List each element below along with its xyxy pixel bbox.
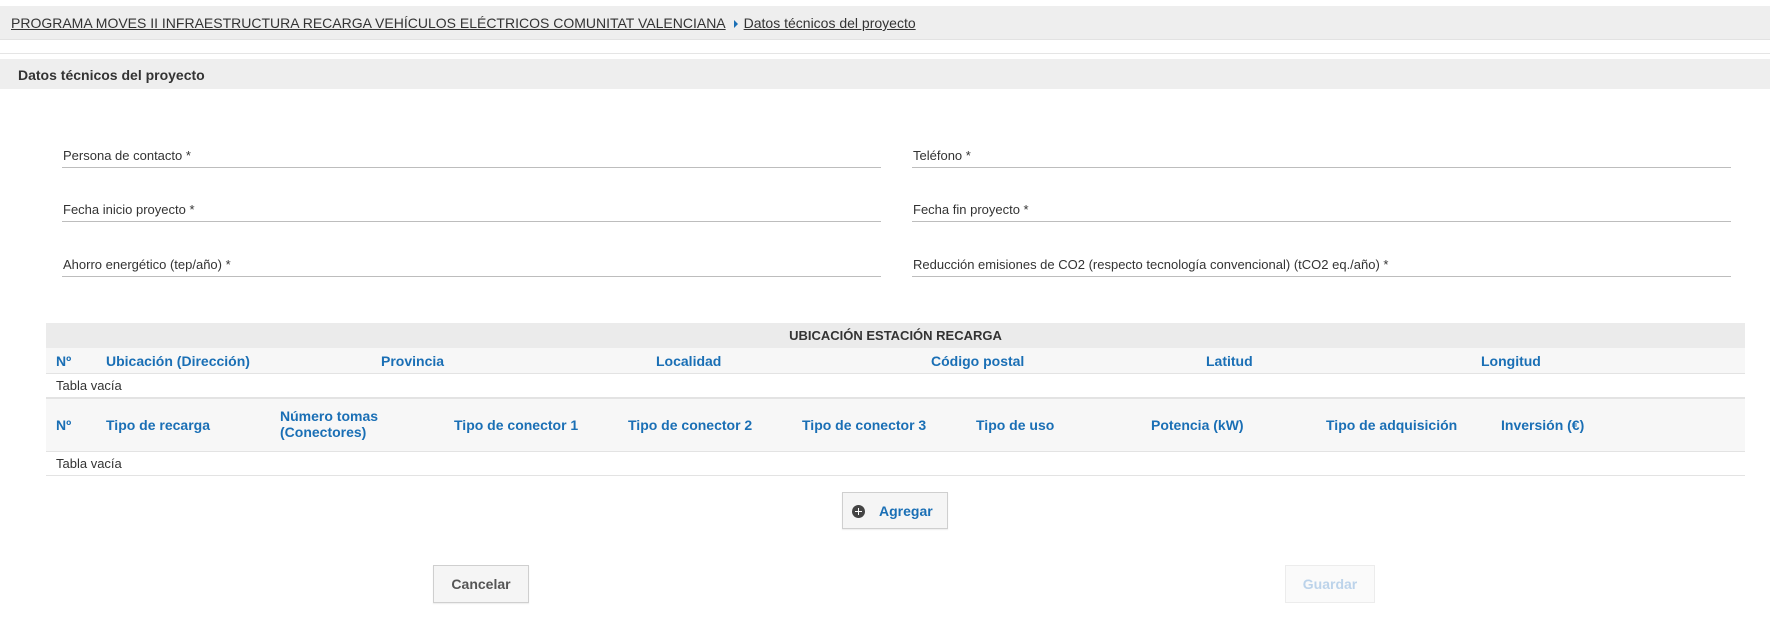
charging-table-header: Nº Tipo de recarga Número tomas (Conecto… bbox=[46, 398, 1745, 452]
breadcrumb-parent-link[interactable]: PROGRAMA MOVES II INFRAESTRUCTURA RECARG… bbox=[11, 15, 726, 31]
add-button-label: Agregar bbox=[879, 503, 933, 519]
caret-right-icon bbox=[733, 19, 738, 28]
col-socket-count[interactable]: Número tomas (Conectores) bbox=[280, 408, 378, 440]
energy-saving-label: Ahorro energético (tep/año) * bbox=[63, 257, 231, 272]
contact-person-label: Persona de contacto * bbox=[63, 148, 191, 163]
col-longitude[interactable]: Longitud bbox=[1481, 353, 1541, 369]
energy-saving-field[interactable]: Ahorro energético (tep/año) * bbox=[62, 255, 881, 277]
col-province[interactable]: Provincia bbox=[381, 353, 444, 369]
save-button[interactable]: Guardar bbox=[1285, 565, 1375, 603]
co2-reduction-label: Reducción emisiones de CO2 (respecto tec… bbox=[913, 257, 1389, 272]
col-acquisition-type[interactable]: Tipo de adquisición bbox=[1326, 417, 1457, 433]
add-button[interactable]: Agregar bbox=[842, 492, 948, 529]
breadcrumb-bar: PROGRAMA MOVES II INFRAESTRUCTURA RECARG… bbox=[0, 6, 1770, 40]
col-number[interactable]: Nº bbox=[56, 417, 71, 433]
location-table-empty-row: Tabla vacía bbox=[46, 374, 1745, 398]
cancel-button[interactable]: Cancelar bbox=[433, 565, 529, 603]
table-caption: UBICACIÓN ESTACIÓN RECARGA bbox=[46, 323, 1745, 348]
section-header: Datos técnicos del proyecto bbox=[0, 59, 1770, 89]
col-number[interactable]: Nº bbox=[56, 353, 71, 369]
col-connector-type-2[interactable]: Tipo de conector 2 bbox=[628, 417, 752, 433]
divider bbox=[0, 53, 1770, 54]
location-table-header: Nº Ubicación (Dirección) Provincia Local… bbox=[46, 348, 1745, 374]
section-title: Datos técnicos del proyecto bbox=[18, 67, 205, 83]
col-connector-type-3[interactable]: Tipo de conector 3 bbox=[802, 417, 926, 433]
col-charge-type[interactable]: Tipo de recarga bbox=[106, 417, 210, 433]
end-date-field[interactable]: Fecha fin proyecto * bbox=[912, 200, 1731, 222]
co2-reduction-field[interactable]: Reducción emisiones de CO2 (respecto tec… bbox=[912, 255, 1731, 277]
col-connector-type-1[interactable]: Tipo de conector 1 bbox=[454, 417, 578, 433]
col-locality[interactable]: Localidad bbox=[656, 353, 721, 369]
end-date-label: Fecha fin proyecto * bbox=[913, 202, 1029, 217]
breadcrumb: PROGRAMA MOVES II INFRAESTRUCTURA RECARG… bbox=[11, 15, 916, 31]
contact-person-field[interactable]: Persona de contacto * bbox=[62, 146, 881, 168]
col-postal-code[interactable]: Código postal bbox=[931, 353, 1024, 369]
col-latitude[interactable]: Latitud bbox=[1206, 353, 1253, 369]
charging-station-tables: UBICACIÓN ESTACIÓN RECARGA Nº Ubicación … bbox=[46, 323, 1745, 476]
start-date-label: Fecha inicio proyecto * bbox=[63, 202, 195, 217]
phone-field[interactable]: Teléfono * bbox=[912, 146, 1731, 168]
start-date-field[interactable]: Fecha inicio proyecto * bbox=[62, 200, 881, 222]
col-location-address[interactable]: Ubicación (Dirección) bbox=[106, 353, 250, 369]
col-investment[interactable]: Inversión (€) bbox=[1501, 417, 1584, 433]
breadcrumb-current-link[interactable]: Datos técnicos del proyecto bbox=[744, 15, 916, 31]
phone-label: Teléfono * bbox=[913, 148, 971, 163]
plus-circle-icon bbox=[852, 505, 865, 518]
charging-table-empty-row: Tabla vacía bbox=[46, 452, 1745, 476]
col-usage-type[interactable]: Tipo de uso bbox=[976, 417, 1054, 433]
col-power-kw[interactable]: Potencia (kW) bbox=[1151, 417, 1244, 433]
